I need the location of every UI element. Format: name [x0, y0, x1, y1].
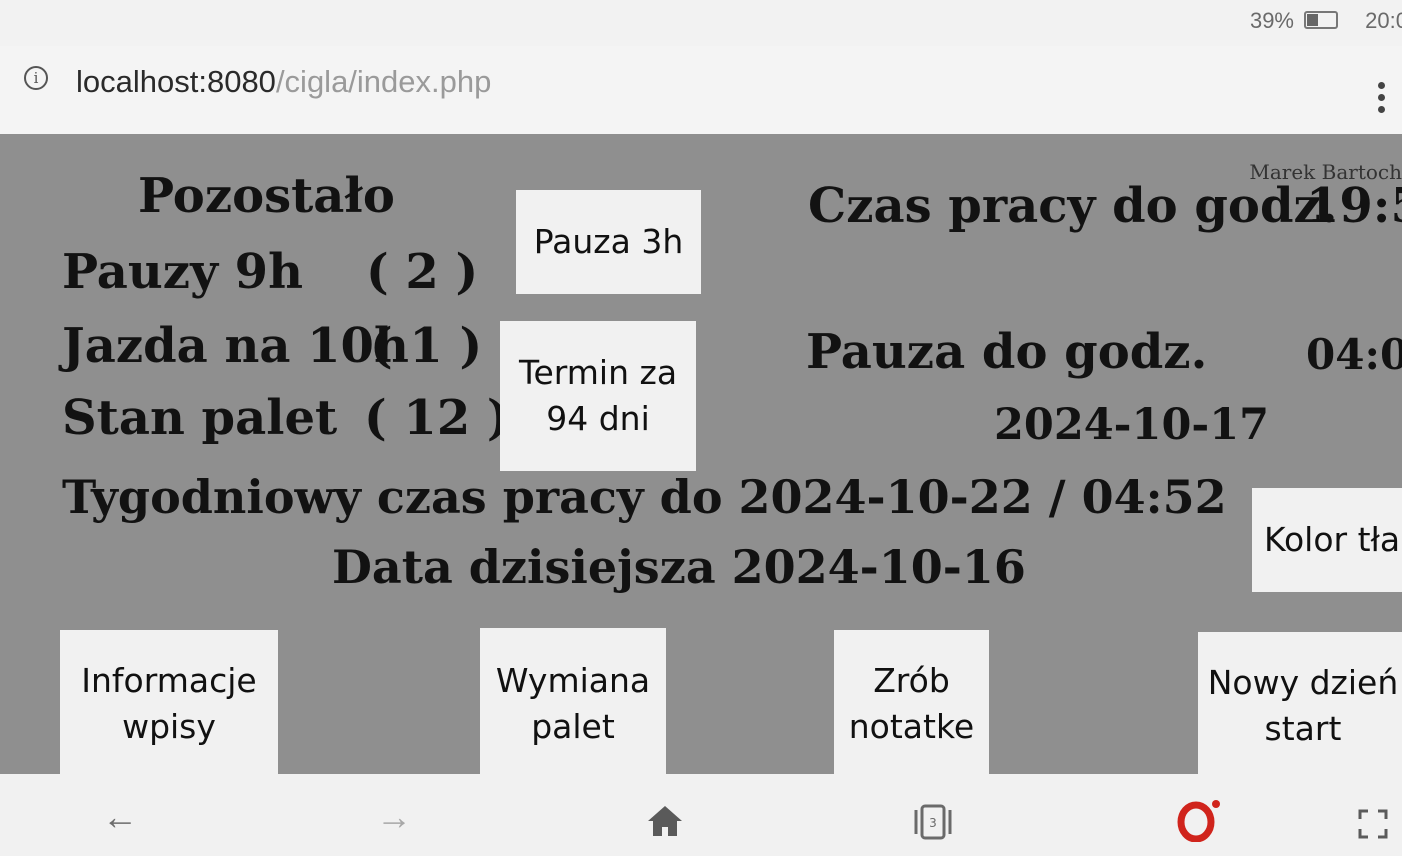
- break-until-label: Pauza do godz.: [806, 324, 1208, 380]
- breaks-9h-label: Pauzy 9h: [62, 244, 303, 300]
- pause-3h-label: Pauza 3h: [533, 222, 684, 262]
- break-until-date: 2024-10-17: [994, 400, 1270, 450]
- driving-10h-label: Jazda na 10h: [62, 318, 409, 374]
- tabs-icon[interactable]: 3: [910, 804, 956, 849]
- driving-10h-count: ( 1 ): [370, 318, 483, 374]
- pallets-label: Stan palet: [62, 390, 338, 446]
- newday-line1: Nowy dzień: [1207, 663, 1399, 702]
- today-date: Data dzisiejsza 2024-10-16: [332, 540, 1026, 594]
- url-path: /cigla/index.php: [275, 64, 492, 99]
- kebab-menu-icon[interactable]: [1378, 82, 1386, 118]
- newday-line2: start: [1264, 708, 1342, 748]
- app-page: Marek Bartoch Pozostało Pauzy 9h ( 2 ) J…: [0, 134, 1402, 774]
- work-time-value: 19:5: [1306, 178, 1402, 234]
- pallets-line2: palet: [531, 706, 615, 746]
- pause-3h-button[interactable]: Pauza 3h: [516, 190, 701, 294]
- info-line1: Informacje: [81, 661, 257, 700]
- fullscreen-icon[interactable]: [1358, 806, 1388, 848]
- pallets-count: ( 12 ): [364, 390, 510, 446]
- background-color-button[interactable]: Kolor tła: [1252, 488, 1402, 592]
- remaining-label: Pozostało: [138, 168, 395, 224]
- url-field[interactable]: localhost:8080/cigla/index.php: [76, 64, 491, 100]
- background-color-label: Kolor tła: [1264, 520, 1401, 560]
- battery-percent: 39%: [1249, 8, 1294, 33]
- battery-icon: [1304, 11, 1338, 29]
- home-icon[interactable]: [646, 804, 684, 847]
- clock: 20:0: [1365, 8, 1402, 33]
- opera-logo-icon[interactable]: [1176, 798, 1224, 851]
- info-entries-button[interactable]: Informacje wpisy: [60, 630, 278, 774]
- arrow-right-icon[interactable]: →: [376, 796, 412, 838]
- tab-count: 3: [929, 816, 937, 830]
- address-bar: i localhost:8080/cigla/index.php: [0, 46, 1402, 134]
- pallets-line1: Wymiana: [495, 661, 651, 700]
- breaks-9h-count: ( 2 ): [366, 244, 479, 300]
- make-note-button[interactable]: Zrób notatke: [834, 630, 989, 774]
- deadline-button[interactable]: Termin za 94 dni: [500, 321, 696, 471]
- weekly-work-time: Tygodniowy czas pracy do 2024-10-22 / 04…: [62, 470, 1227, 524]
- deadline-line1: Termin za: [518, 353, 678, 393]
- browser-nav-bar: ← → 3: [0, 774, 1402, 856]
- work-time-label: Czas pracy do godz.: [808, 178, 1338, 234]
- note-line2: notatke: [848, 706, 975, 746]
- break-until-value: 04:0: [1306, 330, 1402, 379]
- deadline-line2: 94 dni: [546, 399, 650, 438]
- note-line1: Zrób: [873, 661, 950, 700]
- arrow-left-icon[interactable]: ←: [102, 796, 138, 838]
- info-icon[interactable]: i: [24, 66, 48, 90]
- url-host: localhost:8080: [76, 64, 276, 99]
- new-day-start-button[interactable]: Nowy dzień start: [1198, 632, 1402, 774]
- status-bar: 39% 20:0: [0, 0, 1402, 46]
- info-line2: wpisy: [122, 706, 216, 746]
- pallet-exchange-button[interactable]: Wymiana palet: [480, 628, 666, 774]
